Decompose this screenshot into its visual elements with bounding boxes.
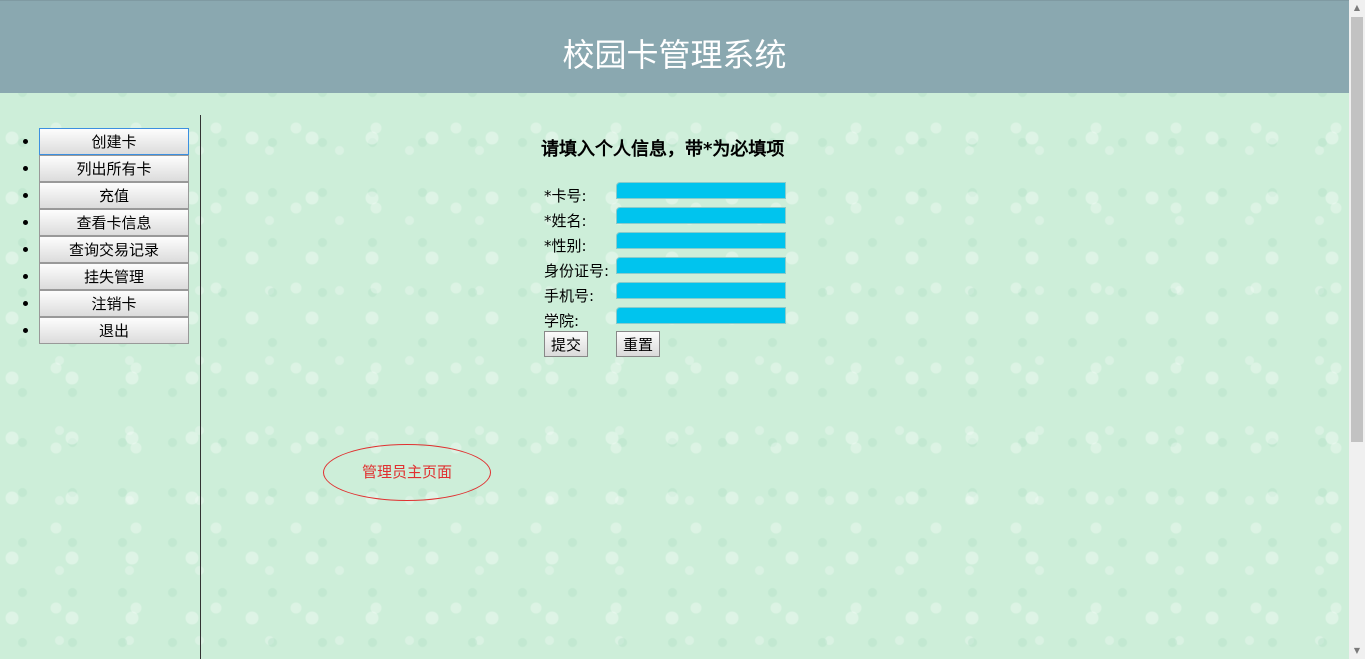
loss-management-button[interactable]: 挂失管理 — [39, 263, 189, 290]
create-card-button[interactable]: 创建卡 — [39, 128, 189, 155]
form-row-name: *姓名: — [544, 207, 844, 231]
name-input[interactable] — [616, 207, 786, 224]
bullet-dot-icon — [23, 301, 28, 306]
sidebar-item-loss-management: 挂失管理 — [0, 263, 200, 290]
query-transactions-button[interactable]: 查询交易记录 — [39, 236, 189, 263]
sidebar-item-cancel-card: 注销卡 — [0, 290, 200, 317]
logout-button[interactable]: 退出 — [39, 317, 189, 344]
sidebar-item-create-card: 创建卡 — [0, 128, 200, 155]
submit-button[interactable]: 提交 — [544, 331, 589, 357]
bullet-dot-icon — [23, 328, 28, 333]
vertical-scrollbar[interactable]: ▲ ▼ — [1349, 0, 1365, 659]
bullet-dot-icon — [23, 247, 28, 252]
form-heading: 请填入个人信息，带*为必填项 — [541, 139, 785, 160]
bullet-dot-icon — [23, 166, 28, 171]
sidebar-item-logout: 退出 — [0, 317, 200, 344]
sidebar-item-list-cards: 列出所有卡 — [0, 155, 200, 182]
college-input[interactable] — [616, 307, 786, 324]
card-number-input[interactable] — [616, 182, 786, 199]
college-label: 学院: — [544, 312, 580, 330]
scrollbar-thumb[interactable] — [1351, 17, 1363, 442]
sidebar-item-transactions: 查询交易记录 — [0, 236, 200, 263]
form-row-college: 学院: — [544, 307, 844, 331]
bullet-dot-icon — [23, 139, 28, 144]
form-row-id-number: 身份证号: — [544, 257, 844, 281]
sidebar: 创建卡 列出所有卡 充值 查看卡信息 查询交易记录 挂失管理 注销卡 退出 — [0, 115, 201, 659]
form-row-card-number: *卡号: — [544, 182, 844, 206]
sidebar-item-view-card-info: 查看卡信息 — [0, 209, 200, 236]
sidebar-item-recharge: 充值 — [0, 182, 200, 209]
name-label: *姓名: — [544, 212, 587, 230]
sidebar-menu: 创建卡 列出所有卡 充值 查看卡信息 查询交易记录 挂失管理 注销卡 退出 — [0, 128, 200, 344]
view-card-info-button[interactable]: 查看卡信息 — [39, 209, 189, 236]
bullet-dot-icon — [23, 274, 28, 279]
recharge-button[interactable]: 充值 — [39, 182, 189, 209]
phone-input[interactable] — [616, 282, 786, 299]
app-header: 校园卡管理系统 — [0, 0, 1349, 93]
id-number-input[interactable] — [616, 257, 786, 274]
gender-input[interactable] — [616, 232, 786, 249]
form-row-gender: *性别: — [544, 232, 844, 256]
card-number-label: *卡号: — [544, 187, 587, 205]
form-row-phone: 手机号: — [544, 282, 844, 306]
cancel-card-button[interactable]: 注销卡 — [39, 290, 189, 317]
phone-label: 手机号: — [544, 287, 595, 305]
id-number-label: 身份证号: — [544, 262, 610, 280]
list-all-cards-button[interactable]: 列出所有卡 — [39, 155, 189, 182]
scroll-down-arrow-icon[interactable]: ▼ — [1349, 643, 1365, 659]
scroll-up-arrow-icon[interactable]: ▲ — [1349, 0, 1365, 16]
bullet-dot-icon — [23, 220, 28, 225]
reset-button[interactable]: 重置 — [616, 331, 661, 357]
bullet-dot-icon — [23, 193, 28, 198]
gender-label: *性别: — [544, 237, 587, 255]
app-title: 校园卡管理系统 — [562, 36, 787, 74]
admin-homepage-annotation: 管理员主页面 — [323, 444, 491, 501]
